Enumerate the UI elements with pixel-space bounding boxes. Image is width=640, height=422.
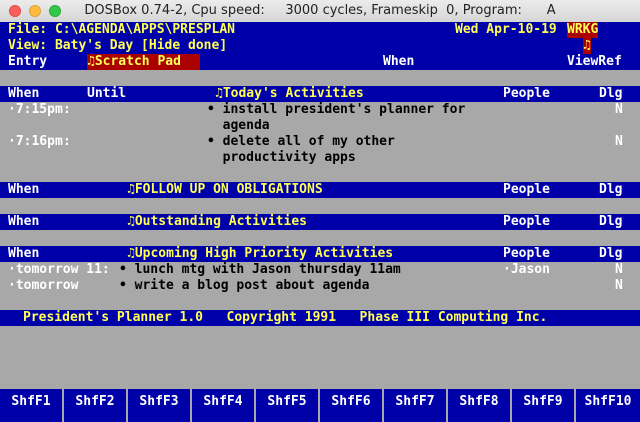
- shift-f1-key[interactable]: ShfF1: [0, 389, 64, 422]
- window-title: DOSBox 0.74-2, Cpu speed: 3000 cycles, F…: [84, 3, 556, 18]
- view-name[interactable]: View: Baty's Day [Hide done]: [8, 38, 227, 54]
- people-column-header: People: [503, 86, 550, 101]
- section-header-outstanding[interactable]: When ♫Outstanding Activities People Dlg: [0, 214, 640, 230]
- section-header-follow-up[interactable]: When ♫FOLLOW UP ON OBLIGATIONS People Dl…: [0, 182, 640, 198]
- list-item[interactable]: ·7:16pm : • delete all of my other N: [0, 134, 640, 150]
- list-item[interactable]: ·tomorrow 11: • lunch mtg with Jason thu…: [0, 262, 640, 278]
- when-column-header: When: [8, 246, 40, 261]
- dlg-column-header: Dlg: [599, 182, 623, 197]
- when-column-header: When: [8, 214, 40, 229]
- shift-f8-key[interactable]: ShfF8: [448, 389, 512, 422]
- entry-row: Entry ♫Scratch Pad When ViewRef: [0, 54, 640, 70]
- function-key-bar: ShfF1 ShfF2 ShfF3 ShfF4 ShfF5 ShfF6 ShfF…: [0, 389, 640, 422]
- item-when: ·7:16pm: [8, 134, 63, 149]
- view-row: View: Baty's Day [Hide done] ♫: [0, 38, 640, 54]
- when-column-header: When: [8, 182, 40, 197]
- section-title-today[interactable]: ♫Today's Activities: [215, 86, 364, 102]
- shift-f3-key[interactable]: ShfF3: [128, 389, 192, 422]
- shift-f7-key[interactable]: ShfF7: [384, 389, 448, 422]
- shift-f10-key[interactable]: ShfF10: [576, 389, 640, 422]
- shift-f4-key[interactable]: ShfF4: [192, 389, 256, 422]
- note-marker-icon: ♫: [583, 38, 591, 54]
- list-item-continuation: agenda: [0, 118, 640, 134]
- item-people: ·Jason: [503, 262, 550, 277]
- window-titlebar: DOSBox 0.74-2, Cpu speed: 3000 cycles, F…: [0, 0, 640, 23]
- list-item[interactable]: ·7:15pm : • install president's planner …: [0, 102, 640, 118]
- people-column-header: People: [503, 214, 550, 229]
- current-date: Wed Apr-10-19: [455, 22, 557, 37]
- file-path: File: C:\AGENDA\APPS\PRESPLAN: [8, 22, 235, 37]
- section-title-follow-up[interactable]: ♫FOLLOW UP ON OBLIGATIONS: [127, 182, 323, 198]
- item-when: ·tomorrow: [8, 278, 79, 293]
- when-label: When: [383, 54, 415, 69]
- item-text[interactable]: • delete all of my other: [207, 134, 395, 150]
- item-when: ·7:15pm: [8, 102, 63, 117]
- item-text[interactable]: agenda: [207, 118, 270, 134]
- mode-indicator: WRKG: [567, 22, 599, 38]
- item-dlg: N: [615, 262, 623, 277]
- section-title-outstanding[interactable]: ♫Outstanding Activities: [127, 214, 307, 230]
- scratch-pad-entry[interactable]: ♫Scratch Pad: [87, 54, 200, 70]
- people-column-header: People: [503, 182, 550, 197]
- until-column-header: Until: [87, 86, 127, 101]
- item-dlg: N: [615, 134, 623, 149]
- shift-f9-key[interactable]: ShfF9: [512, 389, 576, 422]
- shift-f2-key[interactable]: ShfF2: [64, 389, 128, 422]
- section-header-upcoming[interactable]: When ♫Upcoming High Priority Activities …: [0, 246, 640, 262]
- item-text[interactable]: • lunch mtg with Jason thursday 11am: [119, 262, 401, 278]
- dlg-column-header: Dlg: [599, 214, 623, 229]
- shift-f5-key[interactable]: ShfF5: [256, 389, 320, 422]
- entry-label: Entry: [8, 54, 48, 69]
- list-item[interactable]: ·tomorrow • write a blog post about agen…: [0, 278, 640, 294]
- dlg-column-header: Dlg: [599, 86, 623, 101]
- copyright-bar: President's Planner 1.0 Copyright 1991 P…: [0, 310, 640, 326]
- item-until: :: [63, 134, 71, 149]
- item-when: ·tomorrow 11:: [8, 262, 110, 277]
- file-row: File: C:\AGENDA\APPS\PRESPLAN Wed Apr-10…: [0, 22, 640, 38]
- item-text[interactable]: productivity apps: [207, 150, 356, 166]
- item-text[interactable]: • install president's planner for: [207, 102, 465, 118]
- viewref-label: ViewRef: [567, 54, 622, 69]
- copyright-text: President's Planner 1.0 Copyright 1991 P…: [23, 310, 548, 325]
- item-text[interactable]: • write a blog post about agenda: [119, 278, 369, 294]
- item-dlg: N: [615, 278, 623, 293]
- when-column-header: When: [8, 86, 40, 101]
- shift-f6-key[interactable]: ShfF6: [320, 389, 384, 422]
- section-title-upcoming[interactable]: ♫Upcoming High Priority Activities: [127, 246, 393, 262]
- item-dlg: N: [615, 102, 623, 117]
- list-item-continuation: productivity apps: [0, 150, 640, 166]
- dlg-column-header: Dlg: [599, 246, 623, 261]
- dos-screen: File: C:\AGENDA\APPS\PRESPLAN Wed Apr-10…: [0, 22, 640, 422]
- section-header-today[interactable]: When Until ♫Today's Activities People Dl…: [0, 86, 640, 102]
- item-until: :: [63, 102, 71, 117]
- people-column-header: People: [503, 246, 550, 261]
